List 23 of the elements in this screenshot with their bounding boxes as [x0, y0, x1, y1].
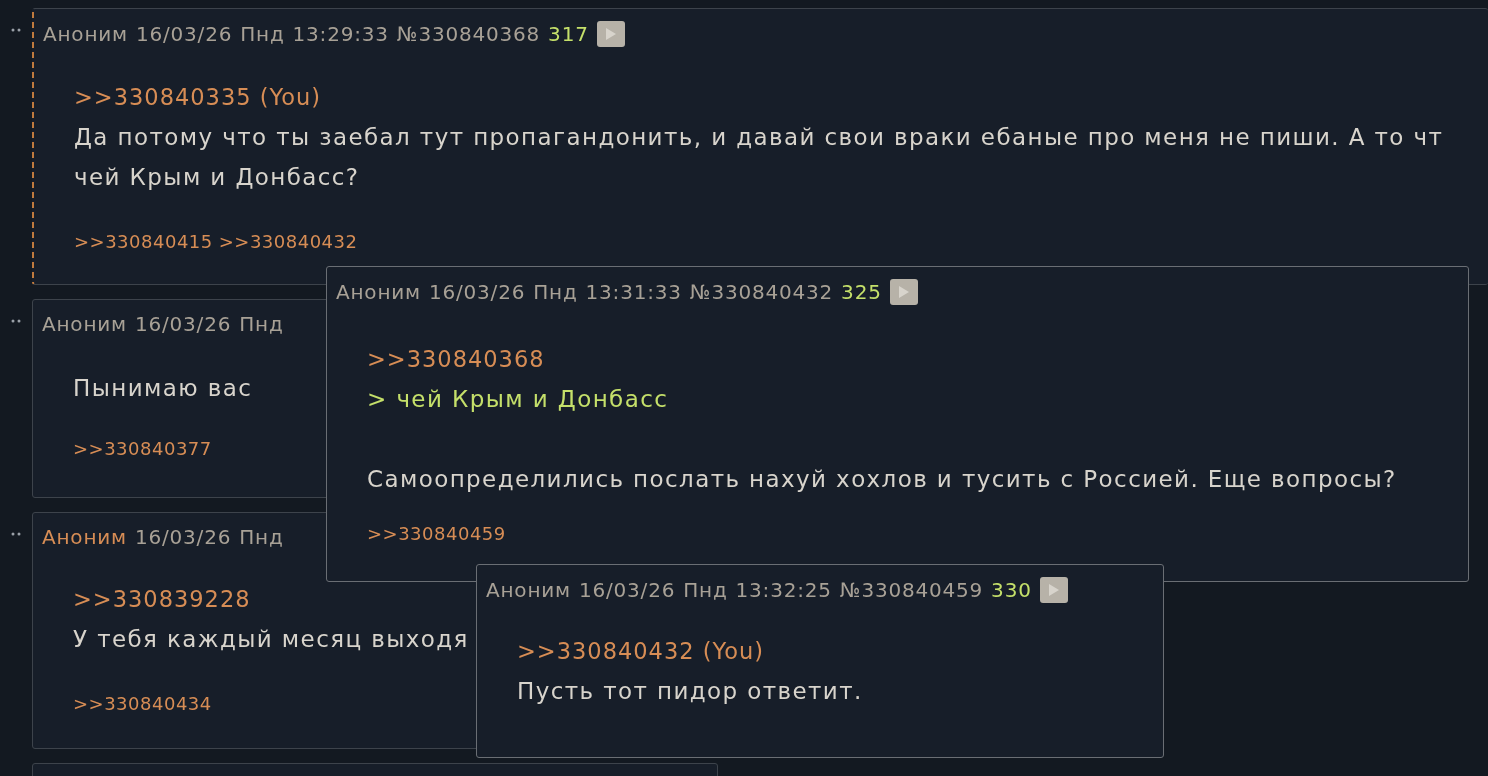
- play-icon: [897, 285, 910, 299]
- reply-link[interactable]: >>330840335 (You): [74, 77, 322, 117]
- post-text: Пынимаю вас: [73, 374, 253, 403]
- preview-popup: Аноним 16/03/26 Пнд 13:32:25 №330840459 330 >>330840432 (You) Пусть тот пидор ответит.: [476, 564, 1164, 758]
- backlink[interactable]: >>330840434: [73, 693, 212, 714]
- preview-popup: Аноним 16/03/26 Пнд 13:31:33 №330840432 325 >>330840368 > чей Крым и Донбасс Самоопределились послать нахуй хохлов и тусить с Россией. Еще вопросы? >>330840459: [326, 266, 1469, 582]
- reply-link[interactable]: >>330840368: [367, 339, 545, 379]
- true[interactable]: №330840368: [396, 22, 541, 46]
- play-button[interactable]: [1039, 577, 1068, 603]
- quote-text: > чей Крым и Донбасс: [367, 385, 669, 414]
- reply-link[interactable]: >>330839228: [73, 579, 251, 619]
- play-icon: [1047, 583, 1060, 597]
- post-text: У тебя каждый месяц выходя: [73, 625, 469, 654]
- backlink[interactable]: >>330840432: [218, 231, 358, 252]
- backlink[interactable]: >>330840415: [74, 231, 213, 252]
- play-icon: [604, 27, 617, 41]
- post-card: Аноним 16/03/26 Пнд 13:29:33 №330840368 317 >>330840335 (You) Да потому что ты заебал тут пропагандонить, и давай свои враки ебаные про меня не пиши. А то чт чей Крым и Донбасс? >>330840415 >>330840432: [32, 8, 1488, 285]
- backlink[interactable]: >>330840377: [73, 438, 212, 459]
- backlink[interactable]: >>330840459: [367, 523, 506, 544]
- post-text: Да потому что ты заебал тут пропагандонить, и давай свои враки ебаные про меня не пиши. А то чт: [74, 123, 1444, 152]
- play-button[interactable]: [596, 21, 625, 47]
- play-button[interactable]: [889, 279, 918, 305]
- post-text: чей Крым и Донбасс?: [74, 163, 360, 192]
